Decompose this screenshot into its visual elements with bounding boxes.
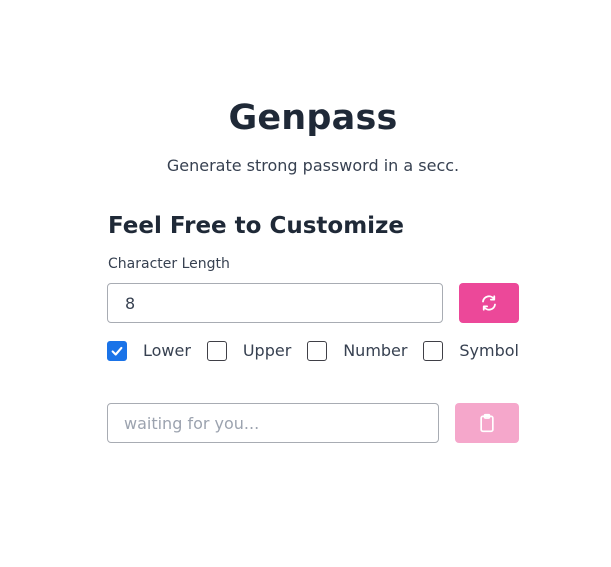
clipboard-icon	[477, 412, 497, 434]
symbol-label: Symbol	[459, 341, 519, 360]
upper-checkbox[interactable]	[206, 341, 227, 361]
character-options: Lower Upper Number Symbol	[107, 340, 519, 362]
character-length-label: Character Length	[108, 256, 230, 272]
upper-label: Upper	[242, 341, 292, 360]
copy-button[interactable]	[455, 403, 519, 443]
character-length-input[interactable]	[107, 283, 443, 323]
customize-heading: Feel Free to Customize	[108, 213, 405, 239]
number-checkbox[interactable]	[307, 341, 328, 361]
lower-label: Lower	[143, 341, 191, 360]
lower-checkbox[interactable]	[107, 341, 127, 361]
symbol-checkbox[interactable]	[423, 341, 444, 361]
password-output[interactable]	[107, 403, 439, 443]
option-symbol[interactable]: Symbol	[423, 341, 519, 361]
app-title: Genpass	[228, 98, 398, 138]
check-icon	[111, 346, 123, 356]
option-lower[interactable]: Lower	[107, 341, 191, 361]
app-subtitle: Generate strong password in a secc.	[166, 156, 460, 175]
option-number[interactable]: Number	[307, 341, 407, 361]
refresh-icon	[480, 294, 498, 312]
number-label: Number	[343, 341, 408, 360]
generate-button[interactable]	[459, 283, 519, 323]
option-upper[interactable]: Upper	[206, 341, 292, 361]
